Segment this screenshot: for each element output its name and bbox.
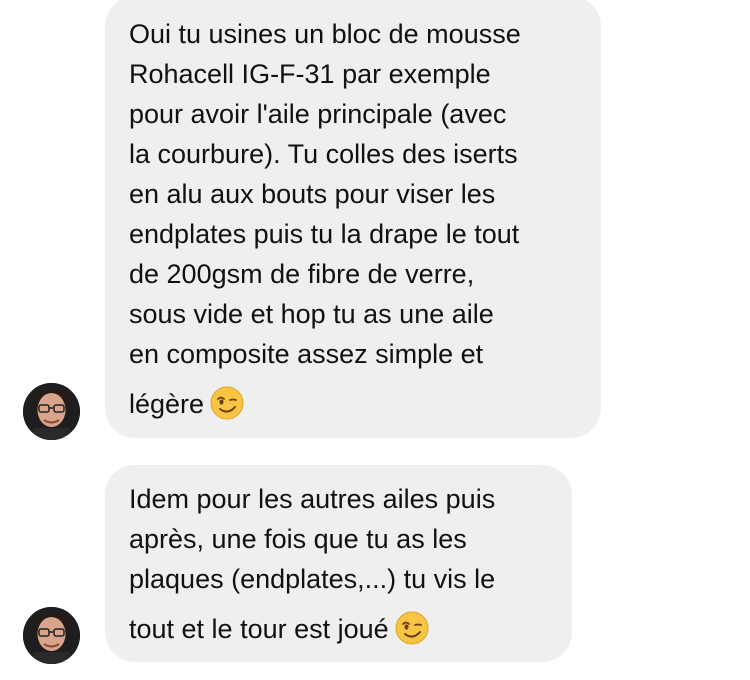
message-line: la courbure). Tu colles des iserts — [129, 139, 518, 169]
message-line: après, une fois que tu as les — [129, 524, 467, 554]
message-line: sous vide et hop tu as une aile — [129, 299, 494, 329]
message-line: plaques (endplates,...) tu vis le — [129, 564, 496, 594]
message-line: en alu aux bouts pour viser les — [129, 179, 496, 209]
message-line: Oui tu usines un bloc de mousse — [129, 19, 521, 49]
message-bubble[interactable]: Oui tu usines un bloc de mousse Rohacell… — [105, 0, 601, 438]
message-last-line: tout et le tour est joué — [129, 609, 552, 649]
message-line: de 200gsm de fibre de verre, — [129, 259, 475, 289]
message-bubble[interactable]: Idem pour les autres ailes puis après, u… — [105, 465, 572, 662]
message-line: en composite assez simple et — [129, 339, 484, 369]
sender-avatar[interactable] — [23, 607, 80, 664]
message-line: pour avoir l'aile principale (avec — [129, 99, 507, 129]
message-line: Rohacell IG-F-31 par exemple — [129, 59, 491, 89]
sender-avatar[interactable] — [23, 383, 80, 440]
message-line: Idem pour les autres ailes puis — [129, 484, 496, 514]
winking-face-emoji-icon — [210, 386, 244, 420]
message-last-line: légère — [129, 384, 581, 424]
message-line: légère — [129, 389, 205, 419]
winking-face-emoji-icon — [395, 611, 429, 645]
message-line: tout et le tour est joué — [129, 614, 389, 644]
message-line: endplates puis tu la drape le tout — [129, 219, 520, 249]
